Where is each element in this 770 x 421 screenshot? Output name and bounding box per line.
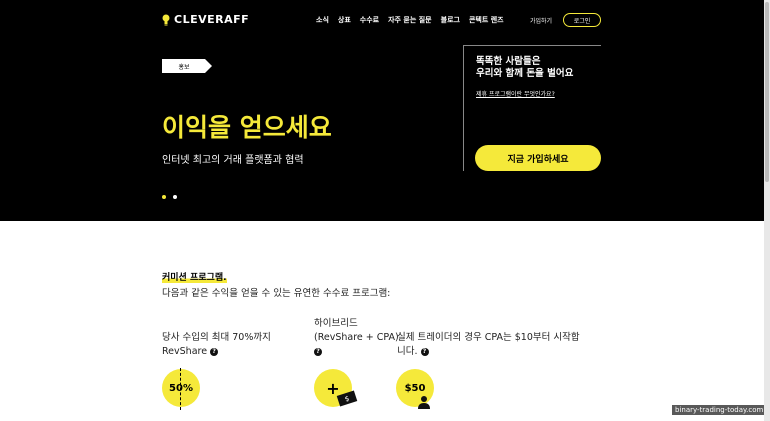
logo[interactable]: CLEVERAFF [162, 13, 249, 26]
main-nav: 소식 상표 수수료 자주 묻는 질문 블로그 콘텍트 렌즈 [316, 15, 504, 25]
nav-item-blog[interactable]: 블로그 [441, 15, 460, 25]
nav-item-commission[interactable]: 수수료 [360, 15, 379, 25]
promo-tag: 홍보 [162, 59, 212, 73]
hero-title: 이익을 얻으세요 [162, 113, 332, 142]
hero-subtitle: 인터넷 최고의 거래 플랫폼과 협력 [162, 155, 304, 166]
nav-item-faq[interactable]: 자주 묻는 질문 [388, 15, 432, 25]
feature-hybrid: 하이브리드 (RevShare + CPA) ? [314, 317, 399, 359]
carousel-dot-active[interactable] [162, 195, 166, 199]
join-link[interactable]: 가입하기 [530, 16, 552, 25]
feature-cpa-line2: 니다. [397, 346, 418, 357]
user-icon [418, 396, 430, 409]
feature-revshare-line2: RevShare [162, 346, 208, 357]
feature-revshare: 당사 수입의 최대 70%까지 RevShare ? [162, 331, 271, 359]
side-heading: 똑똑한 사람들은 우리와 함께 돈을 벌어요 [476, 56, 606, 80]
divider-vertical [463, 45, 464, 171]
feature-revshare-line1: 당사 수입의 최대 70%까지 [162, 332, 271, 343]
logo-text: CLEVERAFF [174, 13, 250, 26]
divider-horizontal [463, 45, 601, 46]
feature-hybrid-line2: (RevShare + CPA) [314, 332, 399, 343]
revshare-badge: 50% [162, 369, 200, 407]
feature-cpa-line1: 실제 트레이더의 경우 CPA는 $10부터 시작합 [397, 332, 580, 343]
scrollbar-thumb[interactable] [765, 2, 769, 182]
nav-item-contacts[interactable]: 콘텍트 렌즈 [469, 15, 504, 25]
side-heading-line2: 우리와 함께 돈을 벌어요 [476, 68, 574, 79]
commission-title-text: 커미션 프로그램. [162, 273, 227, 283]
nav-item-news[interactable]: 소식 [316, 15, 329, 25]
lightbulb-icon [162, 14, 170, 25]
carousel-dot[interactable] [173, 195, 177, 199]
feature-hybrid-line1: 하이브리드 [314, 318, 358, 329]
commission-title: 커미션 프로그램. [162, 270, 227, 283]
side-heading-line1: 똑똑한 사람들은 [476, 56, 541, 67]
help-icon[interactable]: ? [210, 347, 219, 356]
carousel-dots [162, 195, 177, 199]
nav-item-brands[interactable]: 상표 [338, 15, 351, 25]
signup-cta-button[interactable]: 지금 가입하세요 [475, 145, 601, 171]
affiliate-info-link[interactable]: 제휴 프로그램이란 무엇인가요? [476, 89, 555, 98]
commission-description: 다음과 같은 수익을 얻을 수 있는 유연한 수수료 프로그램: [162, 288, 391, 299]
help-icon[interactable]: ? [420, 347, 429, 356]
help-icon[interactable]: ? [314, 347, 322, 356]
login-button[interactable]: 로그인 [563, 13, 601, 27]
feature-cpa: 실제 트레이더의 경우 CPA는 $10부터 시작합 니다. ? [397, 331, 580, 359]
watermark: binary-trading-today.com [672, 405, 767, 415]
hero-section: CLEVERAFF 소식 상표 수수료 자주 묻는 질문 블로그 콘텍트 렌즈 … [0, 0, 770, 221]
scrollbar[interactable] [764, 0, 770, 421]
revshare-divider [180, 368, 181, 410]
